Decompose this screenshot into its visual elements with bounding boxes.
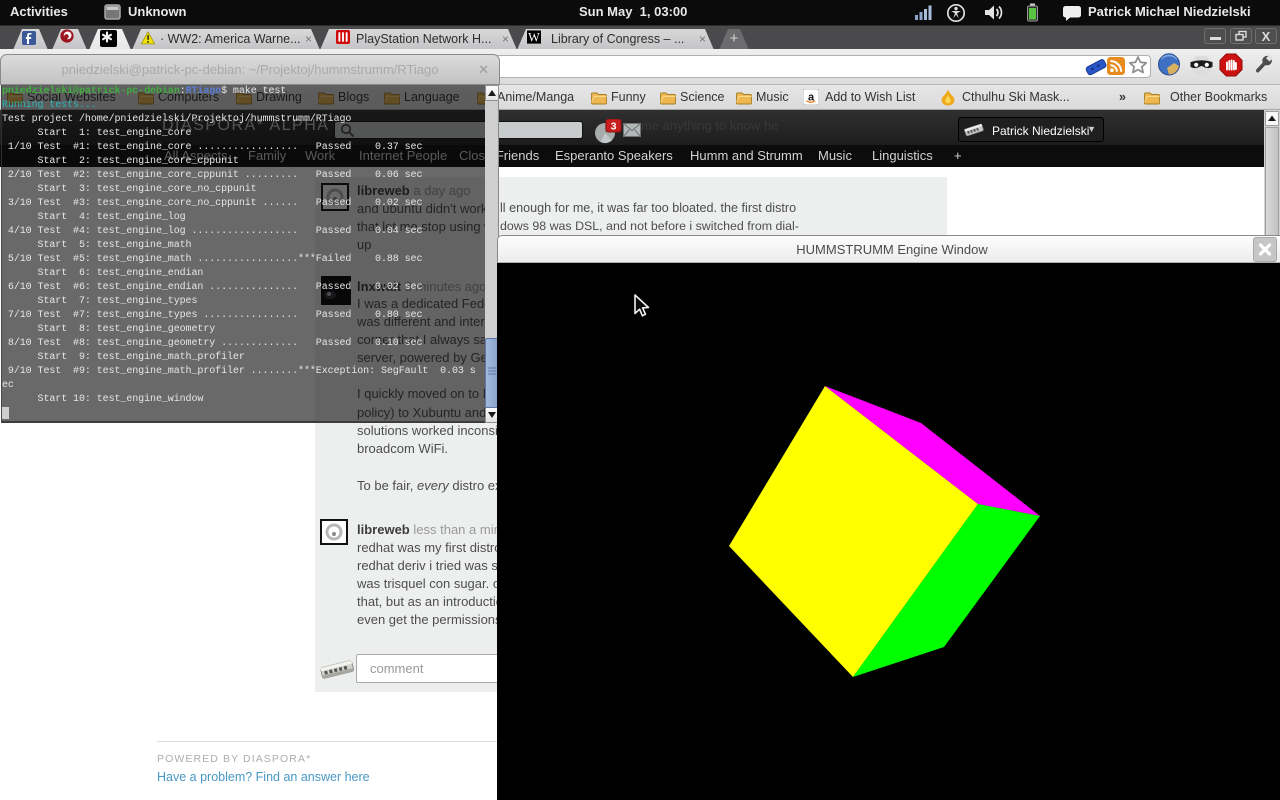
svg-text:3: 3 [611, 120, 617, 132]
svg-text:W: W [528, 31, 540, 44]
